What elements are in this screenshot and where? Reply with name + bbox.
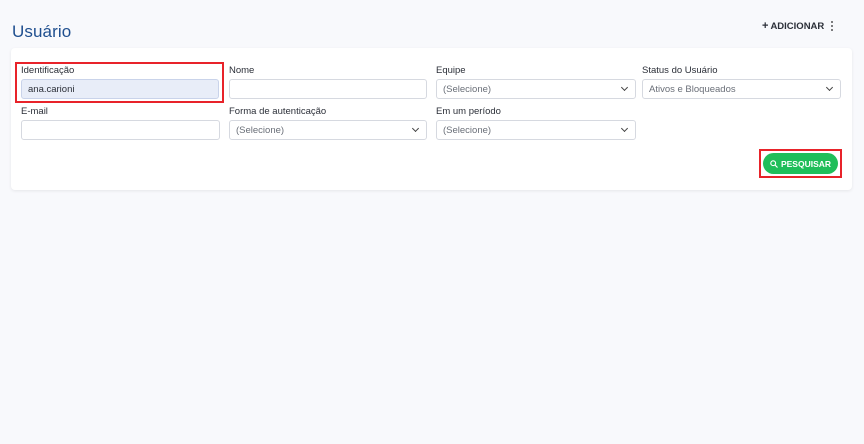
- nome-label: Nome: [229, 65, 255, 76]
- search-icon: [770, 159, 778, 168]
- autenticacao-select[interactable]: (Selecione): [229, 120, 427, 140]
- status-select[interactable]: Ativos e Bloqueados: [642, 79, 841, 99]
- equipe-label: Equipe: [436, 65, 466, 76]
- chevron-down-icon: [620, 124, 629, 133]
- email-input[interactable]: [21, 120, 220, 140]
- page-title: Usuário: [12, 22, 72, 41]
- identificacao-input[interactable]: ana.carioni: [21, 79, 219, 99]
- nome-field: Nome: [229, 65, 427, 99]
- periodo-label: Em um período: [436, 106, 501, 117]
- search-button[interactable]: PESQUISAR: [763, 153, 838, 174]
- status-label: Status do Usuário: [642, 65, 718, 76]
- chevron-down-icon: [411, 124, 420, 133]
- chevron-down-icon: [825, 83, 834, 92]
- search-button-label: PESQUISAR: [780, 158, 832, 169]
- identificacao-field: Identificação ana.carioni: [21, 65, 219, 99]
- email-label: E-mail: [21, 106, 48, 117]
- periodo-select-value: (Selecione): [443, 124, 492, 136]
- periodo-select[interactable]: (Selecione): [436, 120, 636, 140]
- kebab-menu-icon[interactable]: [828, 19, 836, 33]
- add-button-label: ADICIONAR: [770, 21, 825, 32]
- autenticacao-label: Forma de autenticação: [229, 106, 327, 117]
- autenticacao-select-value: (Selecione): [236, 124, 285, 136]
- equipe-field: Equipe (Selecione): [436, 65, 636, 99]
- equipe-select[interactable]: (Selecione): [436, 79, 636, 99]
- status-field: Status do Usuário Ativos e Bloqueados: [642, 65, 841, 99]
- identificacao-label: Identificação: [21, 65, 75, 76]
- status-select-value: Ativos e Bloqueados: [649, 83, 736, 95]
- plus-icon: +: [762, 20, 769, 32]
- email-field: E-mail: [21, 106, 220, 140]
- chevron-down-icon: [620, 83, 629, 92]
- nome-input[interactable]: [229, 79, 427, 99]
- periodo-field: Em um período (Selecione): [436, 106, 636, 140]
- filter-card: Identificação ana.carioni Nome Equipe (S…: [11, 48, 852, 190]
- autenticacao-field: Forma de autenticação (Selecione): [229, 106, 427, 140]
- equipe-select-value: (Selecione): [443, 83, 492, 95]
- add-button[interactable]: + ADICIONAR: [762, 20, 824, 32]
